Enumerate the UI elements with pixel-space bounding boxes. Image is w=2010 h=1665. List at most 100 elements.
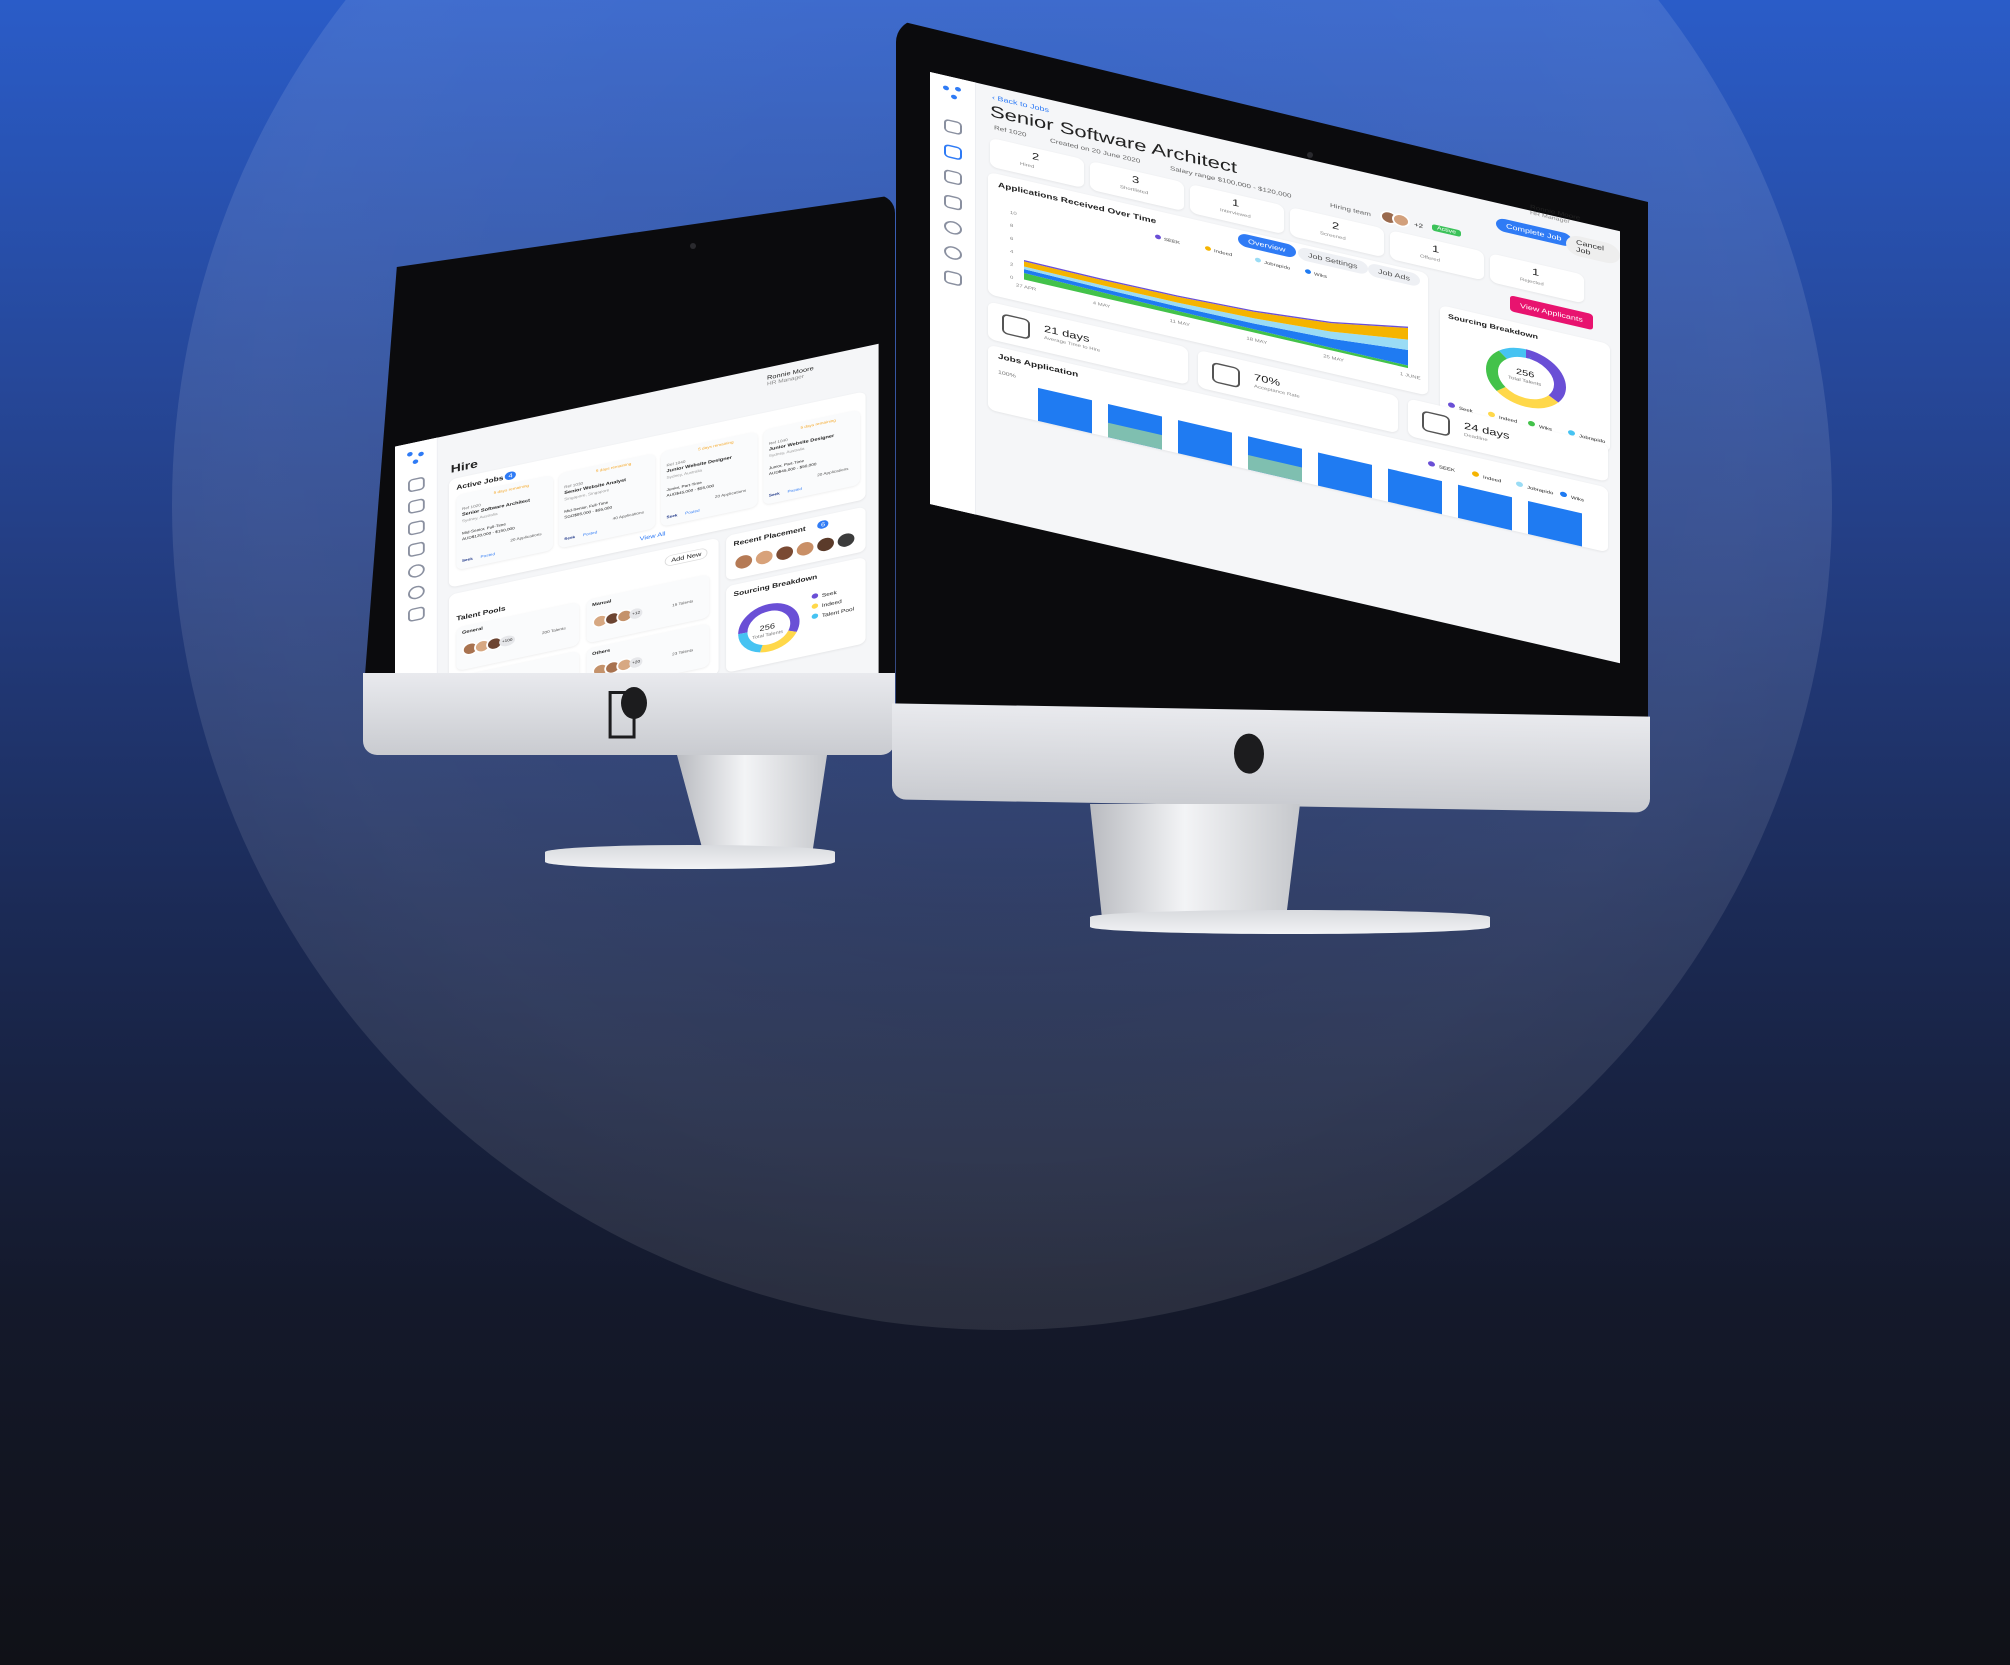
- y-tick-label: 10: [1010, 210, 1017, 216]
- stage-label: Interviewed: [1220, 208, 1251, 220]
- recent-placement-label: Recent Placement: [733, 524, 806, 548]
- left-bezel: Hire Ronnie Moore HR Manager Active Jobs…: [365, 195, 895, 675]
- pool-more[interactable]: +20: [629, 656, 643, 669]
- days-remaining: 5 days remaining: [595, 461, 632, 474]
- x-tick-label: 18 MAY: [1246, 336, 1267, 346]
- legend-marker: [1205, 246, 1211, 251]
- avatar[interactable]: [733, 551, 754, 572]
- brand-logo: [407, 449, 426, 467]
- logout-icon[interactable]: [408, 605, 425, 623]
- right-screen: ‹ Back to Jobs Senior Software Architect…: [930, 72, 1620, 664]
- team-more[interactable]: +2: [1414, 221, 1423, 230]
- grid-icon[interactable]: [408, 541, 425, 558]
- job-status: Posted: [787, 486, 802, 495]
- bar: [1038, 387, 1092, 434]
- briefcase-icon[interactable]: [408, 497, 425, 515]
- job-card[interactable]: 5 days remaining Ref 1040 Junior Website D…: [763, 409, 860, 506]
- y-tick-label: 8: [1010, 223, 1013, 229]
- right-sidebar: [930, 72, 976, 515]
- location-icon[interactable]: [408, 562, 425, 580]
- job-source: Seek: [768, 491, 780, 499]
- hiring-team-label: Hiring team: [1330, 201, 1371, 218]
- legend-marker: [1155, 234, 1161, 240]
- right-camera: [1307, 152, 1313, 158]
- stage-label: Hired: [1020, 161, 1035, 170]
- legend-item: Wiks: [1560, 491, 1584, 503]
- add-new-button[interactable]: Add New: [664, 547, 708, 568]
- stage-value: 1: [1232, 196, 1240, 209]
- home-icon[interactable]: [944, 118, 962, 136]
- pipeline-stage[interactable]: 1 Rejected: [1490, 253, 1584, 304]
- y-tick-label: 2: [1010, 262, 1013, 268]
- right-stand: [1090, 804, 1300, 924]
- stage-value: 2: [1032, 150, 1040, 163]
- avatar[interactable]: [835, 529, 857, 551]
- logout-icon[interactable]: [944, 269, 962, 287]
- right-bezel: ‹ Back to Jobs Senior Software Architect…: [896, 20, 1648, 720]
- job-applications: 20 Applications: [714, 488, 747, 500]
- job-card[interactable]: 5 days remaining Ref 1020 Senior Software …: [456, 474, 554, 571]
- view-all-link[interactable]: View All: [640, 530, 666, 542]
- recent-placement-count: 6: [817, 519, 829, 530]
- pool-name: Manual: [592, 599, 612, 608]
- legend-marker: [1305, 269, 1311, 274]
- days-remaining: 5 days remaining: [698, 440, 734, 452]
- job-source: Seek: [461, 556, 473, 564]
- job-card[interactable]: 5 days remaining Ref 1040 Junior Website D…: [660, 431, 758, 527]
- stage-value: 1: [1432, 242, 1440, 256]
- pool-more[interactable]: +100: [499, 634, 516, 648]
- job-source: Seek: [564, 535, 576, 542]
- people-icon: [1002, 313, 1030, 340]
- left-monitor: Hire Ronnie Moore HR Manager Active Jobs…: [363, 195, 895, 875]
- clipboard-icon[interactable]: [408, 519, 425, 536]
- avatar[interactable]: [794, 538, 816, 559]
- pool-count: 23 Talents: [672, 648, 694, 657]
- pool-name: Others: [592, 648, 611, 657]
- legend-marker: [1255, 257, 1261, 263]
- stage-value: 1: [1532, 265, 1540, 279]
- job-status: Posted: [582, 530, 598, 538]
- x-tick-label: 27 APR: [1016, 283, 1036, 293]
- pool-count: 15 Talents: [672, 599, 694, 609]
- user-circle-icon[interactable]: [944, 219, 962, 237]
- y-tick-label: 0: [1010, 275, 1013, 281]
- pool-count: 200 Talents: [541, 626, 566, 636]
- avatar[interactable]: [815, 534, 836, 555]
- pool-more[interactable]: +12: [629, 607, 643, 620]
- legend-item: Indeed: [1472, 470, 1501, 484]
- clipboard-icon[interactable]: [944, 168, 962, 186]
- y-tick-label: 4: [1010, 249, 1013, 255]
- left-base: [545, 845, 835, 869]
- cancel-job-button[interactable]: Cancel Job: [1566, 233, 1620, 266]
- bar: [1458, 484, 1512, 531]
- grid-icon[interactable]: [944, 194, 962, 212]
- x-tick-label: 25 MAY: [1323, 354, 1344, 364]
- job-source: Seek: [666, 513, 678, 520]
- legend-item: Jobrapido: [1516, 480, 1553, 496]
- stage-label: Offered: [1420, 254, 1440, 264]
- briefcase-icon[interactable]: [944, 143, 962, 161]
- legend-label: SEEK: [1164, 237, 1180, 246]
- stage-label: Screened: [1320, 231, 1346, 242]
- left-camera: [690, 243, 696, 249]
- job-applications: 20 Applications: [510, 532, 542, 544]
- bar: [1178, 420, 1232, 466]
- legend-label: Indeed: [1214, 249, 1232, 258]
- stage-value: 3: [1132, 173, 1140, 186]
- y-tick-label: 6: [1010, 236, 1013, 242]
- settings-icon[interactable]: [408, 584, 425, 601]
- stage-value: 2: [1332, 219, 1340, 232]
- avatar[interactable]: [753, 547, 775, 568]
- avatar[interactable]: [1392, 211, 1410, 229]
- home-icon[interactable]: [408, 476, 425, 493]
- gear-icon[interactable]: [944, 244, 962, 262]
- days-remaining: 5 days remaining: [800, 418, 836, 431]
- apple-logo-icon: [621, 687, 647, 719]
- right-chin: [892, 703, 1650, 813]
- legend-label: Wiks: [1314, 272, 1327, 280]
- apple-logo-icon: [1234, 733, 1264, 774]
- brand-logo: [943, 84, 963, 103]
- avatar[interactable]: [774, 543, 795, 564]
- pool-name: General: [461, 626, 483, 636]
- status-badge: Active: [1432, 223, 1462, 238]
